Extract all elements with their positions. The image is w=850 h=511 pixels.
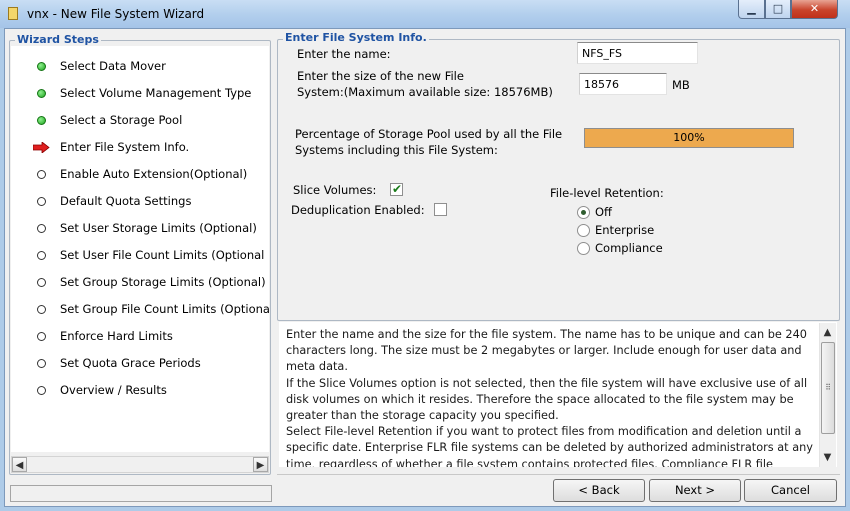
app-icon bbox=[8, 7, 18, 20]
current-step-arrow-icon bbox=[33, 142, 50, 153]
deduplication-label: Deduplication Enabled: bbox=[291, 203, 425, 217]
help-paragraph: If the Slice Volumes option is not selec… bbox=[286, 376, 808, 423]
slice-volumes-checkbox[interactable]: ✔ bbox=[390, 182, 403, 196]
size-label-line1: Enter the size of the new File bbox=[297, 69, 464, 83]
check-mark-icon: ✔ bbox=[392, 182, 403, 196]
wizard-step-item[interactable]: Enter File System Info. bbox=[11, 137, 269, 157]
wizard-step-label: Set Quota Grace Periods bbox=[60, 356, 201, 370]
wizard-step-label: Default Quota Settings bbox=[60, 194, 192, 208]
steps-horizontal-scrollbar[interactable]: ◀ ▶ bbox=[11, 456, 269, 473]
retention-option-label: Enterprise bbox=[595, 223, 655, 237]
wizard-step-item[interactable]: Set User File Count Limits (Optional bbox=[11, 245, 269, 265]
wizard-step-item[interactable]: Set Group File Count Limits (Optiona bbox=[11, 299, 269, 319]
wizard-step-item[interactable]: Default Quota Settings bbox=[11, 191, 269, 211]
step-pending-icon bbox=[37, 197, 46, 206]
help-paragraph: Enter the name and the size for the file… bbox=[286, 328, 807, 374]
slice-volumes-label: Slice Volumes: bbox=[293, 183, 377, 197]
wizard-step-label: Enforce Hard Limits bbox=[60, 329, 173, 343]
step-complete-icon bbox=[37, 116, 46, 125]
wizard-step-label: Set Group File Count Limits (Optiona bbox=[60, 302, 269, 316]
wizard-step-item[interactable]: Set Quota Grace Periods bbox=[11, 353, 269, 373]
wizard-step-label: Enable Auto Extension(Optional) bbox=[60, 167, 248, 181]
wizard-steps-list: Select Data Mover Select Volume Managemen… bbox=[11, 46, 269, 452]
cancel-button[interactable]: Cancel bbox=[744, 479, 837, 502]
scroll-thumb[interactable]: ⠿ bbox=[821, 342, 835, 434]
retention-option-label: Compliance bbox=[595, 241, 663, 255]
step-complete-icon bbox=[37, 89, 46, 98]
back-button[interactable]: < Back bbox=[553, 479, 645, 502]
step-pending-icon bbox=[37, 278, 46, 287]
radio-selected-dot-icon bbox=[581, 210, 586, 215]
wizard-steps-legend: Wizard Steps bbox=[15, 33, 101, 46]
step-complete-icon bbox=[37, 62, 46, 71]
size-label-line2: System:(Maximum available size: 18576MB) bbox=[297, 85, 553, 99]
next-button[interactable]: Next > bbox=[649, 479, 741, 502]
retention-option-label: Off bbox=[595, 205, 612, 219]
footer-separator bbox=[277, 474, 840, 475]
retention-radio-off[interactable] bbox=[577, 206, 590, 219]
wizard-step-label: Set Group Storage Limits (Optional) bbox=[60, 275, 266, 289]
size-input[interactable] bbox=[579, 73, 667, 95]
pool-usage-label-line2: Systems including this File System: bbox=[295, 143, 498, 157]
help-text-box: Enter the name and the size for the file… bbox=[279, 322, 837, 467]
wizard-step-label: Overview / Results bbox=[60, 383, 167, 397]
help-vertical-scrollbar[interactable]: ▲ ⠿ ▼ bbox=[819, 323, 836, 467]
retention-radio-enterprise[interactable] bbox=[577, 224, 590, 237]
wizard-step-item[interactable]: Overview / Results bbox=[11, 380, 269, 400]
deduplication-checkbox[interactable] bbox=[434, 203, 447, 216]
scroll-up-arrow-icon[interactable]: ▲ bbox=[820, 325, 835, 340]
step-pending-icon bbox=[37, 305, 46, 314]
close-button[interactable]: ✕ bbox=[791, 0, 838, 19]
wizard-step-label: Enter File System Info. bbox=[60, 140, 190, 154]
wizard-step-item[interactable]: Select Volume Management Type bbox=[11, 83, 269, 103]
help-text: Enter the name and the size for the file… bbox=[286, 327, 818, 467]
wizard-step-item[interactable]: Set Group Storage Limits (Optional) bbox=[11, 272, 269, 292]
help-paragraph: Select File-level Retention if you want … bbox=[286, 425, 813, 467]
wizard-step-label: Select Data Mover bbox=[60, 59, 166, 73]
wizard-step-item[interactable]: Set User Storage Limits (Optional) bbox=[11, 218, 269, 238]
wizard-step-item[interactable]: Select a Storage Pool bbox=[11, 110, 269, 130]
wizard-step-item[interactable]: Enforce Hard Limits bbox=[11, 326, 269, 346]
step-pending-icon bbox=[37, 224, 46, 233]
name-input[interactable] bbox=[577, 42, 698, 64]
status-bar bbox=[10, 485, 272, 502]
size-unit-label: MB bbox=[672, 78, 690, 92]
step-pending-icon bbox=[37, 332, 46, 341]
wizard-step-item[interactable]: Select Data Mover bbox=[11, 56, 269, 76]
retention-radio-compliance[interactable] bbox=[577, 242, 590, 255]
maximize-button[interactable]: □ bbox=[765, 0, 791, 19]
scroll-down-arrow-icon[interactable]: ▼ bbox=[820, 450, 835, 465]
wizard-step-item[interactable]: Enable Auto Extension(Optional) bbox=[11, 164, 269, 184]
wizard-step-label: Select a Storage Pool bbox=[60, 113, 183, 127]
name-label: Enter the name: bbox=[297, 47, 391, 61]
pool-usage-progress-bar: 100% bbox=[584, 128, 794, 148]
step-pending-icon bbox=[37, 359, 46, 368]
scroll-right-arrow-icon[interactable]: ▶ bbox=[253, 457, 268, 472]
file-system-info-legend: Enter File System Info. bbox=[283, 31, 429, 44]
window-title: vnx - New File System Wizard bbox=[27, 7, 205, 21]
pool-usage-label-line1: Percentage of Storage Pool used by all t… bbox=[295, 127, 563, 141]
retention-label: File-level Retention: bbox=[550, 186, 664, 200]
wizard-step-label: Set User Storage Limits (Optional) bbox=[60, 221, 257, 235]
wizard-step-label: Set User File Count Limits (Optional bbox=[60, 248, 265, 262]
step-pending-icon bbox=[37, 386, 46, 395]
step-pending-icon bbox=[37, 251, 46, 260]
step-pending-icon bbox=[37, 170, 46, 179]
scroll-left-arrow-icon[interactable]: ◀ bbox=[12, 457, 27, 472]
wizard-step-label: Select Volume Management Type bbox=[60, 86, 252, 100]
minimize-button[interactable]: ▁ bbox=[738, 0, 765, 19]
